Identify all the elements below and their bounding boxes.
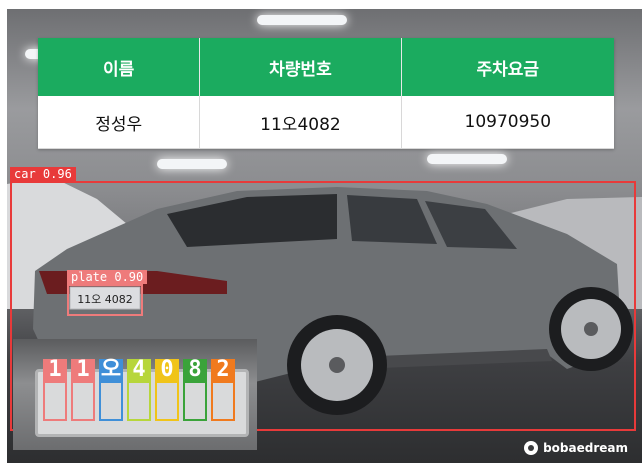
- character-box: [71, 381, 95, 421]
- header-name: 이름: [38, 38, 201, 96]
- character-label: 2: [211, 359, 235, 381]
- plate-characters-inset: 11오4082: [13, 339, 257, 450]
- car-detection-label: car 0.96: [10, 167, 76, 181]
- table-row: 정성우 11오4082 10970950: [38, 96, 614, 149]
- bobaedream-logo-icon: [524, 441, 539, 455]
- character-box: [99, 381, 123, 421]
- plate-detection-label: plate 0.90: [67, 270, 148, 284]
- watermark-text: bobaedream: [543, 441, 628, 455]
- character-label: 0: [155, 359, 179, 381]
- character-box: [211, 381, 235, 421]
- character-label: 4: [127, 359, 151, 381]
- character-label: 1: [71, 359, 95, 381]
- cell-parking-fee: 10970950: [401, 96, 614, 149]
- cell-plate-number: 11오4082: [199, 96, 402, 149]
- parking-fee-table: 이름 차량번호 주차요금 정성우 11오4082 10970950: [38, 38, 614, 149]
- character-box: [127, 381, 151, 421]
- character-label: 오: [99, 357, 123, 382]
- header-plate-number: 차량번호: [199, 38, 402, 96]
- table-header-row: 이름 차량번호 주차요금: [38, 38, 614, 96]
- character-label: 1: [43, 359, 67, 381]
- cell-name: 정성우: [38, 96, 201, 149]
- plate-detection-box: [67, 284, 143, 316]
- watermark: bobaedream: [524, 441, 628, 455]
- character-label: 8: [183, 359, 207, 381]
- character-box: [43, 381, 67, 421]
- header-parking-fee: 주차요금: [401, 38, 614, 96]
- character-box: [183, 381, 207, 421]
- character-box: [155, 381, 179, 421]
